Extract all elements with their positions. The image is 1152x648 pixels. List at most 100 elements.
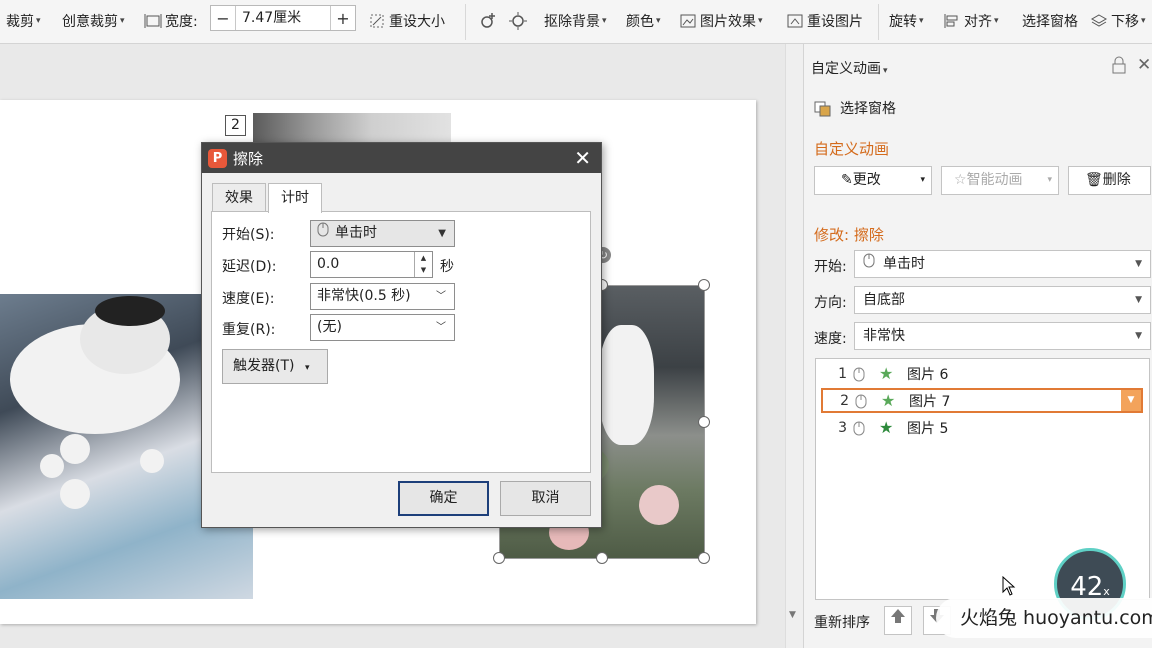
ribbon-toolbar: 裁剪 ▾ 创意裁剪 ▾ 宽度: − 7.47厘米 + 重设大小 抠除背景 ▾ 颜色 ▾ …	[0, 0, 1152, 44]
start-label: 开始(S):	[222, 227, 275, 243]
width-icon	[144, 12, 162, 30]
chevron-down-icon[interactable]: ▼	[1121, 390, 1141, 411]
width-label: 宽度:	[144, 8, 198, 34]
picture-effect-button[interactable]: 图片效果 ▾	[679, 8, 763, 34]
divider	[878, 4, 879, 40]
resize-handle[interactable]	[698, 552, 710, 564]
dialog-titlebar[interactable]: P 擦除 ✕	[202, 143, 601, 173]
resize-handle[interactable]	[596, 552, 608, 564]
add-shape-icon[interactable]	[478, 8, 498, 34]
align-icon	[943, 12, 961, 30]
chevron-down-icon: ▼	[1135, 331, 1142, 341]
cat-ear-patch	[95, 296, 165, 326]
delay-unit: 秒	[440, 259, 454, 275]
pompom	[60, 479, 90, 509]
chevron-down-icon: ﹀	[436, 322, 446, 333]
star-icon: ★	[879, 364, 894, 383]
list-item[interactable]: 3 ★ 图片 5	[821, 415, 1143, 440]
trash-icon: 🗑	[1085, 172, 1103, 188]
cat-photo-top[interactable]	[253, 113, 451, 143]
timing-panel: 开始(S): 单击时 ▼ 延迟(D): 0.0 ▲ ▼ 秒 速度(E): 非常快…	[211, 211, 591, 473]
width-input[interactable]: 7.47厘米	[235, 6, 331, 30]
arrow-up-icon	[891, 609, 905, 623]
list-item-selected[interactable]: 2 ★ 图片 7 ▼	[821, 388, 1143, 413]
creative-crop-button[interactable]: 创意裁剪 ▾	[62, 8, 125, 34]
modify-title: 修改: 擦除	[814, 226, 884, 244]
mouse-icon	[855, 393, 869, 409]
chevron-down-icon: ▼	[1135, 295, 1142, 305]
resize-handle[interactable]	[698, 279, 710, 291]
selection-pane-link[interactable]: 选择窗格	[814, 98, 896, 118]
selection-pane-button[interactable]: 选择窗格	[1022, 8, 1078, 34]
start-select[interactable]: 单击时 ▼	[310, 220, 455, 247]
list-item[interactable]: 1 ★ 图片 6	[821, 361, 1143, 386]
scroll-down-icon[interactable]: ▼	[789, 610, 796, 620]
resize-handle[interactable]	[493, 552, 505, 564]
delete-button[interactable]: 🗑删除	[1068, 166, 1151, 195]
star-icon: ☆	[954, 172, 967, 188]
color-button[interactable]: 颜色 ▾	[626, 8, 661, 34]
divider	[465, 4, 466, 40]
reorder-label: 重新排序	[814, 615, 870, 631]
width-minus-button[interactable]: −	[211, 6, 235, 30]
pane-speed-label: 速度:	[814, 331, 847, 347]
creative-crop-label: 创意裁剪	[62, 14, 118, 30]
move-up-button[interactable]	[884, 606, 912, 635]
brightness-icon[interactable]	[508, 8, 528, 34]
pane-start-label: 开始:	[814, 259, 847, 275]
mouse-icon	[853, 366, 867, 382]
dialog-title: 擦除	[233, 149, 264, 168]
chevron-down-icon: ▼	[438, 228, 446, 239]
pane-title[interactable]: 自定义动画 ▾	[811, 58, 888, 78]
trigger-button[interactable]: 触发器(T) ▾	[222, 349, 328, 384]
lock-icon[interactable]	[1111, 56, 1127, 78]
speed-label: 速度(E):	[222, 291, 275, 307]
width-stepper[interactable]: − 7.47厘米 +	[210, 5, 356, 31]
delay-label: 延迟(D):	[222, 259, 277, 275]
pompom	[140, 449, 164, 473]
reset-size-icon	[368, 12, 386, 30]
star-icon: ★	[879, 418, 894, 437]
remove-background-button[interactable]: 抠除背景 ▾	[544, 8, 607, 34]
pane-speed-select[interactable]: 非常快 ▼	[854, 322, 1151, 350]
animation-order-tag: 2	[225, 115, 246, 136]
delay-input[interactable]: 0.0 ▲ ▼	[310, 251, 433, 278]
change-button[interactable]: ✎更改 ▾	[814, 166, 932, 195]
chevron-down-icon: ﹀	[436, 291, 446, 302]
mouse-cursor-icon	[1002, 575, 1016, 600]
reset-picture-button[interactable]: 重设图片	[786, 8, 863, 34]
crop-button[interactable]: 裁剪 ▾	[6, 8, 41, 34]
tab-timing[interactable]: 计时	[268, 183, 322, 213]
pane-direction-label: 方向:	[814, 295, 847, 311]
delay-spinner[interactable]: ▲ ▼	[414, 252, 432, 277]
chevron-down-icon: ▾	[920, 175, 925, 185]
section-title: 自定义动画	[814, 140, 890, 158]
pane-start-select[interactable]: 单击时 ▼	[854, 250, 1151, 278]
ok-button[interactable]: 确定	[398, 481, 489, 516]
cancel-button[interactable]: 取消	[500, 481, 591, 516]
watermark: 火焰兔 huoyantu.com	[936, 598, 1152, 638]
align-button[interactable]: 对齐 ▾	[943, 8, 999, 34]
expand-icon: ▾	[304, 363, 310, 373]
smart-animation-button[interactable]: ☆智能动画 ▾	[941, 166, 1059, 195]
spin-up-icon[interactable]: ▲	[415, 252, 432, 264]
close-pane-icon[interactable]: ✕	[1137, 55, 1151, 75]
close-icon[interactable]: ✕	[574, 147, 591, 169]
layers-icon	[1090, 12, 1108, 30]
chevron-down-icon: ▼	[1135, 259, 1142, 269]
tab-effect[interactable]: 效果	[212, 183, 266, 212]
star-icon: ★	[881, 391, 896, 410]
rotate-button[interactable]: 旋转 ▾	[889, 8, 924, 34]
width-plus-button[interactable]: +	[331, 6, 355, 30]
pane-direction-select[interactable]: 自底部 ▼	[854, 286, 1151, 314]
pompom	[40, 454, 64, 478]
selection-pane-icon	[814, 101, 832, 117]
move-down-button[interactable]: 下移 ▾	[1090, 8, 1146, 34]
speed-select[interactable]: 非常快(0.5 秒) ﹀	[310, 283, 455, 310]
vertical-scrollbar[interactable]: ▼	[785, 44, 803, 648]
repeat-select[interactable]: (无) ﹀	[310, 314, 455, 341]
reset-size-button[interactable]: 重设大小	[368, 8, 445, 34]
wipe-animation-dialog: P 擦除 ✕ 效果 计时 开始(S): 单击时 ▼ 延迟(D): 0.0 ▲ ▼…	[201, 142, 602, 528]
spin-down-icon[interactable]: ▼	[415, 264, 432, 276]
resize-handle[interactable]	[698, 416, 710, 428]
